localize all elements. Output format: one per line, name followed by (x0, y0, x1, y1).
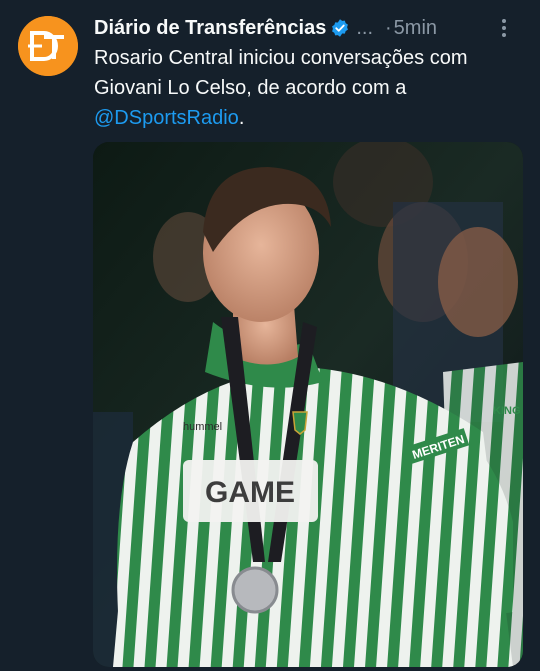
tweet-photo[interactable]: GAME hummel MERITEN KING (93, 142, 523, 667)
avatar[interactable] (18, 16, 78, 76)
photo-icon: GAME hummel MERITEN KING (93, 142, 523, 667)
dt-logo-icon (18, 16, 78, 76)
name-truncation: ... (356, 17, 373, 39)
mention-link[interactable]: @DSportsRadio (94, 107, 239, 129)
tweet-text-body: Rosario Central iniciou conversações com… (94, 47, 468, 99)
tweet-timestamp[interactable]: 5min (394, 14, 437, 42)
author-name[interactable]: Diário de Transferências (94, 14, 326, 42)
background-sleeve-text: KING (493, 405, 521, 417)
shirt-sponsor-text: GAME (205, 476, 295, 509)
more-options-button[interactable] (492, 14, 516, 42)
tweet-text: Rosario Central iniciou conversações com… (94, 43, 526, 133)
tweet-text-end: . (238, 107, 245, 129)
separator-dot: · (385, 17, 392, 39)
shirt-brand-text: hummel (183, 421, 222, 433)
more-vertical-icon (502, 19, 506, 37)
tweet[interactable]: Diário de Transferências ... · 5min Rosa… (0, 0, 540, 671)
tweet-header: Diário de Transferências ... · 5min (94, 14, 524, 42)
verified-badge-icon (332, 19, 349, 37)
